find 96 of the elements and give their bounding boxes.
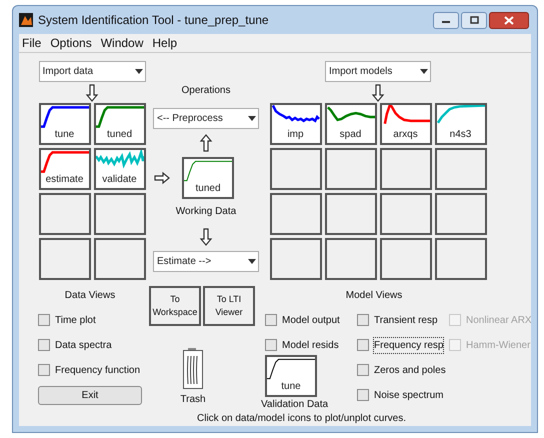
data-icon[interactable]: spad (324, 103, 376, 145)
tile-label: validate (101, 174, 138, 186)
empty-slot[interactable] (38, 193, 90, 235)
checkbox[interactable] (265, 339, 277, 351)
tile-label: estimate (44, 174, 84, 186)
tile-label: imp (286, 129, 305, 141)
tile-label: n4s3 (448, 129, 472, 141)
checkbox-label: Nonlinear ARX (466, 314, 532, 328)
curve-icon (267, 357, 315, 381)
tile-label: arxqs (392, 129, 419, 141)
trash-icon[interactable] (183, 348, 203, 389)
trash-label: Trash (180, 393, 206, 407)
empty-slot[interactable] (324, 148, 376, 190)
caret-icon (420, 69, 428, 74)
empty-slot[interactable] (434, 193, 486, 235)
checkbox-label: Transient resp (374, 314, 438, 328)
checkbox-label: Noise spectrum (374, 388, 444, 402)
curve-icon (40, 150, 88, 174)
menu-item[interactable]: Help (152, 34, 178, 52)
caret-icon (248, 116, 256, 121)
working-data-label: Working Data (176, 205, 236, 219)
curve-icon (96, 105, 144, 129)
down-arrow-icon (373, 84, 383, 100)
empty-slot[interactable] (270, 238, 322, 280)
empty-slot[interactable] (324, 193, 376, 235)
exit-button[interactable]: Exit (38, 386, 142, 405)
export-button[interactable]: To LTI Viewer (203, 286, 255, 326)
right-arrow-icon (155, 173, 169, 183)
checkbox[interactable] (357, 339, 369, 351)
menu-item[interactable]: Options (50, 34, 92, 52)
checkbox[interactable] (265, 314, 277, 326)
caret-icon (248, 259, 256, 264)
minimize-button[interactable] (433, 12, 459, 28)
checkbox-label: Model resids (282, 338, 339, 352)
checkbox[interactable] (357, 389, 369, 401)
data-icon[interactable]: tuned (94, 103, 146, 145)
empty-slot[interactable] (270, 193, 322, 235)
data-icon[interactable]: estimate (38, 148, 90, 190)
checkbox-label: Zeros and poles (374, 364, 446, 378)
window-title: System Identification Tool - tune_prep_tune (38, 12, 270, 29)
curve-icon (40, 105, 88, 129)
data-icon[interactable]: imp (270, 103, 322, 145)
up-arrow-icon (201, 135, 211, 151)
close-icon (504, 16, 514, 24)
checkbox-label: Time plot (55, 314, 96, 328)
checkbox-label: Data spectra (55, 338, 112, 352)
tile-label: spad (338, 129, 362, 141)
app-logo-icon (19, 13, 33, 27)
checkbox-label: Hamm-Wiener (466, 338, 530, 352)
validation-data-label: Validation Data (261, 399, 330, 411)
empty-slot[interactable] (324, 238, 376, 280)
data-icon[interactable]: arxqs (380, 103, 432, 145)
checkbox[interactable] (38, 339, 50, 351)
checkbox-label: Frequency resp (374, 338, 444, 352)
curve-icon (184, 159, 232, 183)
tile-label: tuned (194, 183, 222, 195)
empty-slot[interactable] (380, 148, 432, 190)
data-icon[interactable]: validate (94, 148, 146, 190)
close-button[interactable] (489, 12, 529, 28)
tile-label: tune (54, 129, 76, 141)
tile-label: tune (280, 381, 302, 393)
dropdown[interactable]: Import models (325, 61, 431, 82)
data-icon[interactable]: tuned (182, 157, 234, 199)
data-icon[interactable]: n4s3 (434, 103, 486, 145)
empty-slot[interactable] (38, 238, 90, 280)
empty-slot[interactable] (380, 238, 432, 280)
dropdown[interactable]: Estimate --> (153, 251, 259, 272)
export-button[interactable]: To Workspace (149, 286, 201, 326)
down-arrow-icon (201, 229, 211, 245)
data-icon[interactable]: tune (265, 355, 317, 397)
checkbox-label: Model output (282, 314, 340, 328)
checkbox-label: Frequency function (55, 364, 140, 378)
tile-label: tuned (106, 129, 134, 141)
caret-icon (134, 69, 142, 74)
empty-slot[interactable] (94, 193, 146, 235)
down-arrow-icon (87, 84, 97, 100)
section-label: Operations (182, 84, 230, 97)
checkbox[interactable] (357, 364, 369, 376)
section-label: Model Views (344, 289, 404, 302)
dropdown[interactable]: <-- Preprocess (153, 108, 259, 129)
checkbox[interactable] (38, 314, 50, 326)
empty-slot[interactable] (434, 148, 486, 190)
empty-slot[interactable] (270, 148, 322, 190)
section-label: Data Views (64, 289, 116, 302)
empty-slot[interactable] (434, 238, 486, 280)
menu-item[interactable]: Window (100, 34, 144, 52)
hint-text: Click on data/model icons to plot/unplot curves. (197, 413, 406, 425)
data-icon[interactable]: tune (38, 103, 90, 145)
empty-slot[interactable] (380, 193, 432, 235)
menu-item[interactable]: File (22, 34, 42, 52)
dropdown[interactable]: Import data (38, 61, 146, 82)
maximize-button[interactable] (461, 12, 487, 28)
restore-icon (470, 16, 478, 24)
checkbox[interactable] (357, 314, 369, 326)
checkbox[interactable] (38, 364, 50, 376)
empty-slot[interactable] (94, 238, 146, 280)
